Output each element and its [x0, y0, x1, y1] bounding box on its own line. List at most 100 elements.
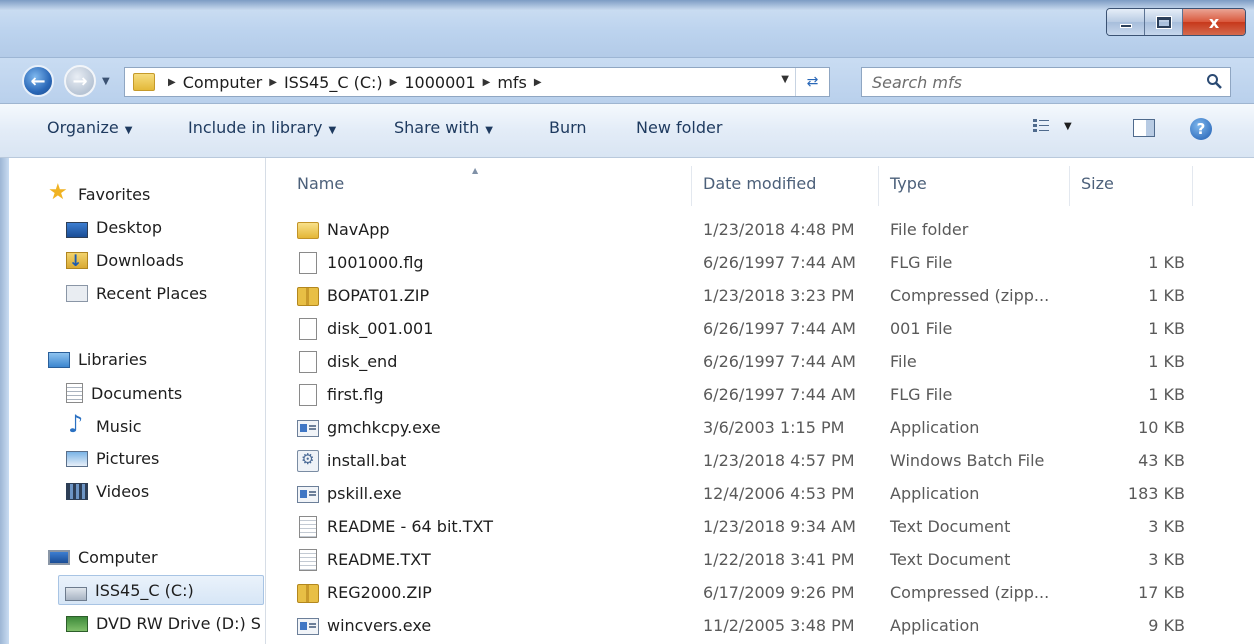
file-size: 183 KB — [1127, 484, 1185, 503]
nav-item-pictures[interactable]: Pictures — [66, 449, 159, 468]
file-size: 1 KB — [1148, 385, 1185, 404]
file-row[interactable]: wincvers.exe 11/2/2005 3:48 PM Application… — [267, 609, 1254, 642]
chevron-right-icon[interactable]: ▶ — [534, 77, 542, 88]
command-bar: Organize ▼ Include in library ▼ Share with… — [0, 104, 1254, 158]
file-row[interactable]: NavApp 1/23/2018 4:48 PM File folder — [267, 213, 1254, 246]
file-row[interactable]: disk_001.001 6/26/1997 7:44 AM 001 File 1 K… — [267, 312, 1254, 345]
file-size: 1 KB — [1148, 352, 1185, 371]
file-date-modified: 6/17/2009 9:26 PM — [703, 583, 855, 602]
preview-pane-icon[interactable] — [1133, 119, 1155, 137]
file-date-modified: 1/23/2018 4:57 PM — [703, 451, 855, 470]
file-size: 1 KB — [1148, 253, 1185, 272]
column-divider[interactable] — [1192, 166, 1193, 206]
nav-item-desktop[interactable]: Desktop — [66, 218, 162, 238]
breadcrumb-computer[interactable]: Computer — [183, 73, 263, 92]
close-icon: x — [1208, 12, 1220, 32]
recent-pages-dropdown[interactable]: ▼ — [102, 76, 110, 87]
column-divider[interactable] — [691, 166, 692, 206]
file-date-modified: 6/26/1997 7:44 AM — [703, 253, 856, 272]
nav-item-dvd-drive[interactable]: DVD RW Drive (D:) S — [66, 614, 262, 633]
file-name: disk_end — [327, 352, 398, 371]
file-size: 1 KB — [1148, 319, 1185, 338]
file-row[interactable]: README.TXT 1/22/2018 3:41 PM Text Document… — [267, 543, 1254, 576]
breadcrumb-1000001[interactable]: 1000001 — [404, 73, 475, 92]
nav-item-recent-places[interactable]: Recent Places — [66, 284, 207, 303]
refresh-icon: ⇄ — [806, 74, 819, 90]
include-in-library-menu[interactable]: Include in library ▼ — [188, 118, 336, 137]
file-name: README - 64 bit.TXT — [327, 517, 493, 536]
share-with-label: Share with — [394, 118, 480, 137]
file-row[interactable]: 1001000.flg 6/26/1997 7:44 AM FLG File 1 KB — [267, 246, 1254, 279]
forward-button[interactable]: → — [64, 65, 96, 97]
chevron-right-icon[interactable]: ▶ — [269, 77, 277, 88]
file-date-modified: 3/6/2003 1:15 PM — [703, 418, 845, 437]
column-header-date-modified[interactable]: Date modified — [703, 174, 816, 193]
column-header-name[interactable]: Name — [297, 174, 344, 193]
file-row[interactable]: install.bat 1/23/2018 4:57 PM Windows Batc… — [267, 444, 1254, 477]
file-icon — [299, 318, 317, 340]
new-folder-button[interactable]: New folder — [636, 118, 722, 137]
file-size: 17 KB — [1138, 583, 1185, 602]
file-row[interactable]: BOPAT01.ZIP 1/23/2018 3:23 PM Compressed (… — [267, 279, 1254, 312]
refresh-button[interactable]: ⇄ — [795, 68, 829, 96]
burn-button[interactable]: Burn — [549, 118, 587, 137]
nav-libraries[interactable]: Libraries — [48, 350, 147, 369]
search-input[interactable] — [872, 72, 1192, 92]
nav-item-local-disk[interactable]: ISS45_C (C:) — [58, 575, 264, 605]
file-row[interactable]: pskill.exe 12/4/2006 4:53 PM Application 18… — [267, 477, 1254, 510]
column-divider[interactable] — [878, 166, 879, 206]
search-box[interactable] — [861, 67, 1231, 97]
breadcrumb-drive[interactable]: ISS45_C (C:) — [284, 73, 383, 92]
search-icon[interactable] — [1206, 73, 1222, 89]
chevron-right-icon[interactable]: ▶ — [390, 77, 398, 88]
organize-label: Organize — [47, 118, 119, 137]
column-header-size[interactable]: Size — [1081, 174, 1114, 193]
window-frame-top — [0, 0, 1254, 10]
organize-menu[interactable]: Organize ▼ — [47, 118, 132, 137]
nav-item-music[interactable]: Music — [66, 410, 142, 438]
column-divider[interactable] — [1069, 166, 1070, 206]
batch-file-icon — [297, 450, 319, 472]
file-icon — [299, 384, 317, 406]
forward-arrow-icon: → — [72, 70, 88, 92]
nav-computer[interactable]: Computer — [48, 548, 158, 567]
sort-ascending-icon: ▲ — [472, 166, 479, 175]
nav-favorites[interactable]: Favorites — [48, 180, 150, 205]
address-dropdown-icon[interactable]: ▼ — [781, 74, 789, 85]
application-icon — [297, 420, 319, 437]
music-icon — [66, 410, 88, 438]
chevron-right-icon[interactable]: ▶ — [168, 77, 176, 88]
file-type: Compressed (zipp... — [890, 286, 1050, 305]
nav-item-label: ISS45_C (C:) — [95, 580, 194, 600]
back-button[interactable]: ← — [22, 65, 54, 97]
nav-item-label: DVD RW Drive (D:) S — [96, 614, 261, 633]
nav-item-documents[interactable]: Documents — [66, 383, 182, 403]
column-header-type[interactable]: Type — [890, 174, 927, 193]
share-with-menu[interactable]: Share with ▼ — [394, 118, 493, 137]
minimize-button[interactable] — [1107, 9, 1145, 35]
text-document-icon — [299, 549, 317, 571]
file-row[interactable]: REG2000.ZIP 6/17/2009 9:26 PM Compressed (… — [267, 576, 1254, 609]
minimize-icon — [1119, 24, 1132, 28]
help-icon[interactable]: ? — [1190, 118, 1212, 140]
file-row[interactable]: first.flg 6/26/1997 7:44 AM FLG File 1 KB — [267, 378, 1254, 411]
nav-item-downloads[interactable]: Downloads — [66, 251, 184, 270]
change-view-menu[interactable]: ▼ — [1032, 118, 1072, 134]
file-type: FLG File — [890, 253, 953, 272]
nav-item-label: Videos — [96, 482, 150, 501]
file-row[interactable]: gmchkcpy.exe 3/6/2003 1:15 PM Application 1… — [267, 411, 1254, 444]
chevron-right-icon[interactable]: ▶ — [483, 77, 491, 88]
file-name: pskill.exe — [327, 484, 402, 503]
downloads-icon — [66, 251, 88, 270]
close-button[interactable]: x — [1183, 9, 1245, 35]
file-row[interactable]: disk_end 6/26/1997 7:44 AM File 1 KB — [267, 345, 1254, 378]
file-date-modified: 1/23/2018 3:23 PM — [703, 286, 855, 305]
nav-computer-label: Computer — [78, 548, 158, 567]
address-bar[interactable]: ▶ Computer ▶ ISS45_C (C:) ▶ 1000001 ▶ mf… — [124, 67, 830, 97]
file-row[interactable]: README - 64 bit.TXT 1/23/2018 9:34 AM Text… — [267, 510, 1254, 543]
file-type: Application — [890, 484, 980, 503]
breadcrumb-mfs[interactable]: mfs — [497, 73, 527, 92]
nav-item-videos[interactable]: Videos — [66, 482, 149, 501]
maximize-button[interactable] — [1145, 9, 1183, 35]
file-date-modified: 1/23/2018 4:48 PM — [703, 220, 855, 239]
